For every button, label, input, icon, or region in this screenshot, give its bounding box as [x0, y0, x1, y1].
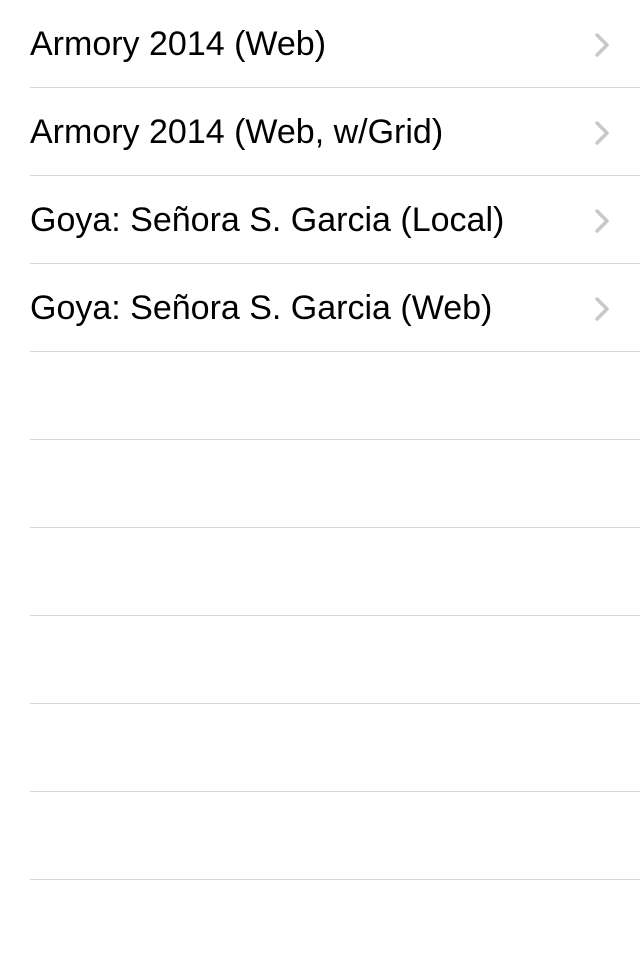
empty-row-separator [0, 440, 640, 528]
list-item-label: Armory 2014 (Web, w/Grid) [30, 113, 444, 151]
list-item[interactable]: Goya: Señora S. Garcia (Web) [0, 264, 640, 352]
empty-row-separator [0, 704, 640, 792]
chevron-right-icon [595, 209, 609, 233]
list-item-label: Goya: Señora S. Garcia (Web) [30, 289, 493, 327]
list-item-label: Armory 2014 (Web) [30, 25, 327, 63]
empty-row-separator [0, 528, 640, 616]
list-item[interactable]: Armory 2014 (Web, w/Grid) [0, 88, 640, 176]
empty-row-separator [0, 616, 640, 704]
empty-row-separator [0, 792, 640, 880]
chevron-right-icon [595, 121, 609, 145]
empty-row-separator [0, 352, 640, 440]
chevron-right-icon [595, 33, 609, 57]
list-item[interactable]: Armory 2014 (Web) [0, 0, 640, 88]
list-item-label: Goya: Señora S. Garcia (Local) [30, 201, 505, 239]
table-view: Armory 2014 (Web) Armory 2014 (Web, w/Gr… [0, 0, 640, 880]
chevron-right-icon [595, 297, 609, 321]
list-item[interactable]: Goya: Señora S. Garcia (Local) [0, 176, 640, 264]
